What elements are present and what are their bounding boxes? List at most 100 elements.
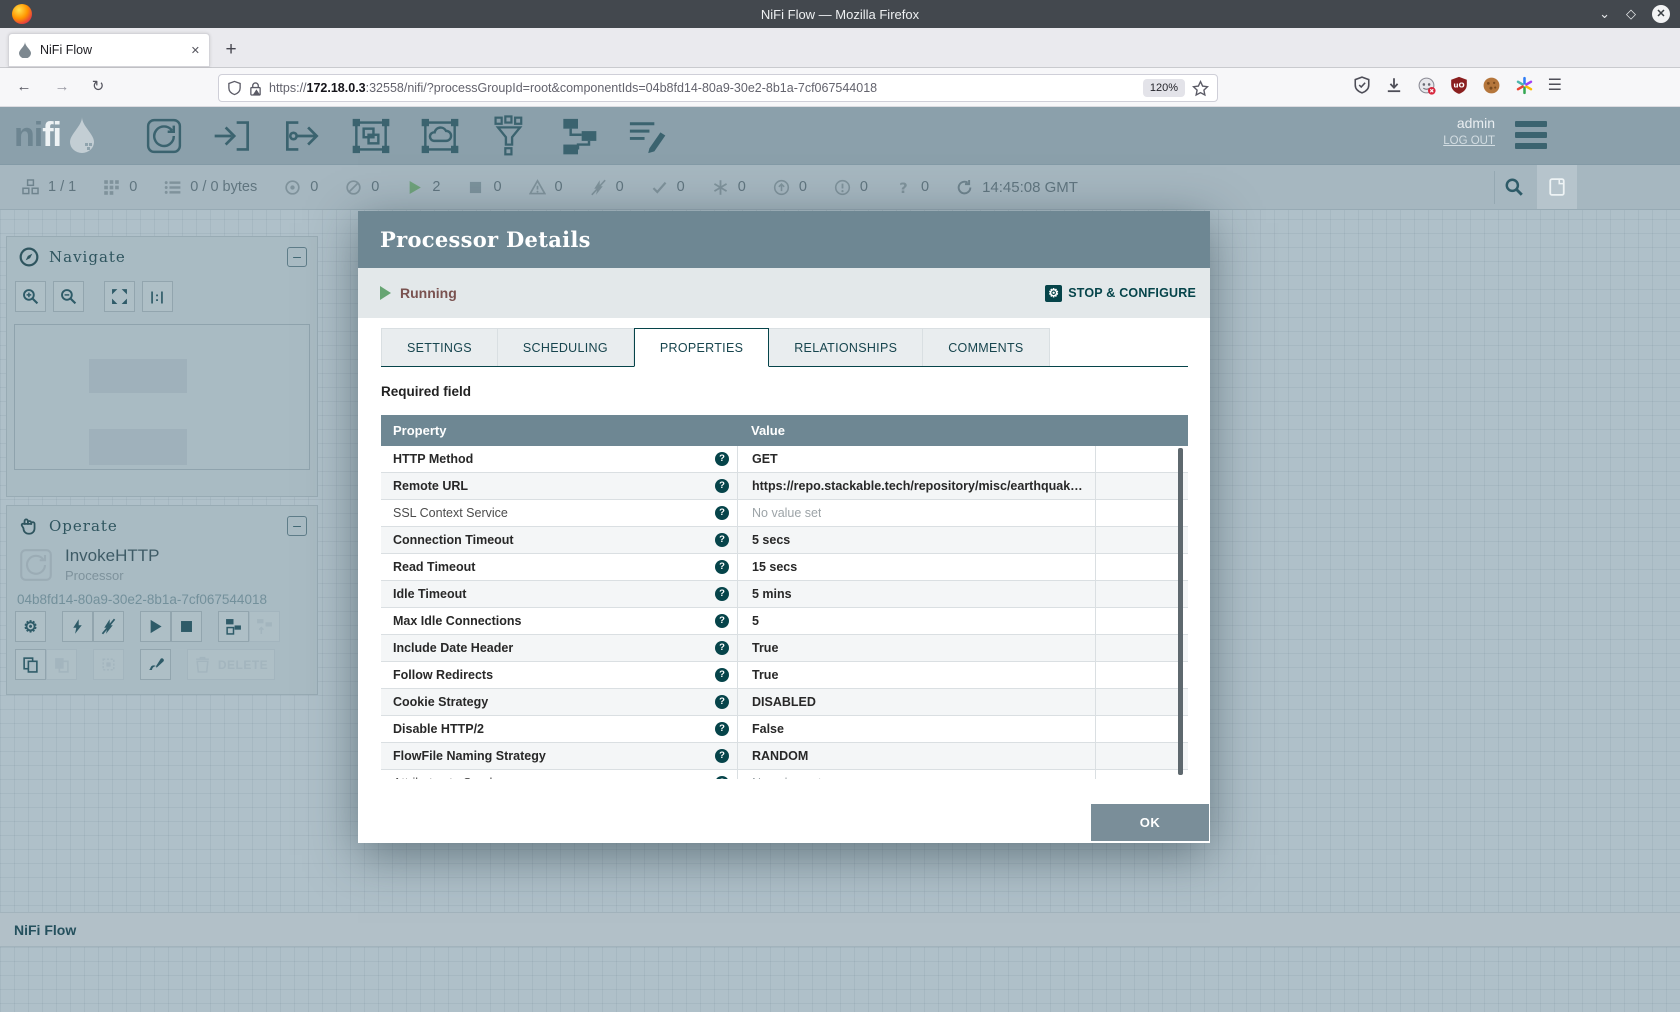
property-value[interactable]: https://repo.stackable.tech/repository/m…	[752, 479, 1083, 493]
locally-modified-stale-icon	[834, 179, 851, 196]
new-tab-button[interactable]: +	[218, 38, 244, 64]
process-group-tool-icon[interactable]	[349, 114, 393, 158]
lock-warning-icon[interactable]	[249, 81, 262, 96]
help-icon[interactable]: ?	[715, 587, 729, 601]
tab-scheduling[interactable]: SCHEDULING	[498, 328, 634, 367]
menu-icon[interactable]: ☰	[1548, 75, 1562, 95]
zoom-level-badge[interactable]: 120%	[1143, 79, 1185, 97]
start-button[interactable]	[140, 611, 171, 642]
logout-link[interactable]: LOG OUT	[1443, 135, 1495, 147]
create-template-button[interactable]	[218, 611, 249, 642]
operate-panel: Operate – InvokeHTTP Processor 04b8fd14-…	[6, 505, 318, 695]
help-icon[interactable]: ?	[715, 695, 729, 709]
operate-collapse-button[interactable]: –	[287, 516, 307, 536]
tab-settings[interactable]: SETTINGS	[381, 328, 498, 367]
fill-color-button[interactable]	[140, 649, 171, 680]
nifi-logo: nifi	[14, 115, 99, 155]
ublock-origin-icon[interactable]: uO	[1450, 76, 1468, 95]
remote-process-group-tool-icon[interactable]	[418, 114, 462, 158]
help-icon[interactable]: ?	[715, 749, 729, 763]
status-count: 0	[860, 179, 868, 195]
global-menu-icon[interactable]	[1515, 121, 1547, 154]
processor-details-dialog: Processor Details Running ⚙ STOP & CONFI…	[358, 211, 1210, 843]
label-tool-icon[interactable]	[625, 114, 669, 158]
window-close-icon[interactable]: ✕	[1652, 5, 1670, 23]
status-count: 0 / 0 bytes	[190, 179, 257, 195]
window-minimize-icon[interactable]: ⌄	[1599, 6, 1610, 22]
minimap[interactable]	[14, 324, 310, 470]
zoom-actual-size-button[interactable]: |:|	[142, 281, 173, 312]
browser-tab[interactable]: NiFi Flow ✕	[8, 33, 210, 67]
nifi-canvas[interactable]: nifi admin LOG OUT 1 / 100 / 0 bytes0020…	[0, 107, 1680, 1012]
property-value[interactable]: No value set	[752, 776, 821, 779]
downloads-icon[interactable]	[1385, 76, 1403, 94]
status-count: 0	[677, 179, 685, 195]
property-name: Include Date Header	[393, 641, 513, 655]
help-icon[interactable]: ?	[715, 668, 729, 682]
ok-button[interactable]: OK	[1091, 804, 1209, 841]
navigate-panel-title: Navigate	[49, 248, 126, 266]
nifi-status-bar: 1 / 100 / 0 bytes0020000000?0 14:45:08 G…	[0, 165, 1680, 210]
cookie-extension-icon[interactable]	[1482, 76, 1501, 95]
stop-and-configure-button[interactable]: ⚙ STOP & CONFIGURE	[1045, 285, 1196, 302]
property-value[interactable]: True	[752, 668, 778, 682]
reload-button[interactable]: ↻	[86, 76, 110, 100]
property-value[interactable]: GET	[752, 452, 778, 466]
property-value[interactable]: No value set	[752, 506, 821, 520]
tab-relationships[interactable]: RELATIONSHIPS	[769, 328, 923, 367]
property-row: Connection Timeout?5 secs	[381, 527, 1188, 554]
back-button[interactable]: ←	[12, 76, 36, 100]
help-icon[interactable]: ?	[715, 506, 729, 520]
pinwheel-extension-icon[interactable]	[1515, 76, 1534, 95]
configure-button[interactable]: ⚙	[15, 611, 46, 642]
property-value[interactable]: 5 mins	[752, 587, 792, 601]
template-tool-icon[interactable]	[556, 114, 600, 158]
window-maximize-icon[interactable]: ◇	[1626, 6, 1636, 22]
enable-button[interactable]	[62, 611, 93, 642]
help-icon[interactable]: ?	[715, 641, 729, 655]
property-value[interactable]: DISABLED	[752, 695, 816, 709]
breadcrumb-root-link[interactable]: NiFi Flow	[14, 922, 76, 938]
disable-button[interactable]	[93, 611, 124, 642]
table-scrollbar[interactable]	[1178, 448, 1183, 775]
funnel-tool-icon[interactable]	[487, 114, 531, 158]
property-value[interactable]: 5	[752, 614, 759, 628]
help-icon[interactable]: ?	[715, 452, 729, 466]
zoom-out-button[interactable]	[53, 281, 84, 312]
tab-properties[interactable]: PROPERTIES	[634, 328, 769, 367]
queued-icon	[164, 179, 181, 196]
output-port-tool-icon[interactable]	[280, 114, 324, 158]
delete-button-label: DELETE	[218, 658, 268, 672]
bookmark-star-icon[interactable]	[1192, 80, 1209, 97]
processor-tool-icon[interactable]	[142, 114, 186, 158]
input-port-tool-icon[interactable]	[211, 114, 255, 158]
zoom-fit-button[interactable]	[104, 281, 135, 312]
property-value[interactable]: RANDOM	[752, 749, 808, 763]
help-icon[interactable]: ?	[715, 614, 729, 628]
shield-permissions-icon[interactable]	[227, 80, 242, 96]
bulletin-panel-toggle[interactable]	[1537, 165, 1577, 209]
copy-button[interactable]	[15, 649, 46, 680]
search-icon[interactable]	[1504, 177, 1524, 197]
tab-comments[interactable]: COMMENTS	[923, 328, 1049, 367]
refresh-icon[interactable]	[956, 179, 973, 196]
property-value[interactable]: 15 secs	[752, 560, 797, 574]
help-icon[interactable]: ?	[715, 722, 729, 736]
navigate-collapse-button[interactable]: –	[287, 247, 307, 267]
zoom-in-button[interactable]	[15, 281, 46, 312]
property-value[interactable]: True	[752, 641, 778, 655]
help-icon[interactable]: ?	[715, 479, 729, 493]
help-icon[interactable]: ?	[715, 533, 729, 547]
property-value[interactable]: 5 secs	[752, 533, 790, 547]
help-icon[interactable]: ?	[715, 776, 729, 779]
container-tabs-icon[interactable]	[1417, 76, 1436, 95]
tab-close-icon[interactable]: ✕	[191, 44, 200, 57]
account-shield-icon[interactable]	[1353, 76, 1371, 94]
forward-button[interactable]: →	[50, 76, 74, 100]
property-value[interactable]: False	[752, 722, 784, 736]
stop-button[interactable]	[171, 611, 202, 642]
url-bar[interactable]: https://172.18.0.3:32558/nifi/?processGr…	[218, 74, 1218, 102]
help-icon[interactable]: ?	[715, 560, 729, 574]
upload-template-button	[249, 611, 280, 642]
property-name: SSL Context Service	[393, 506, 508, 520]
